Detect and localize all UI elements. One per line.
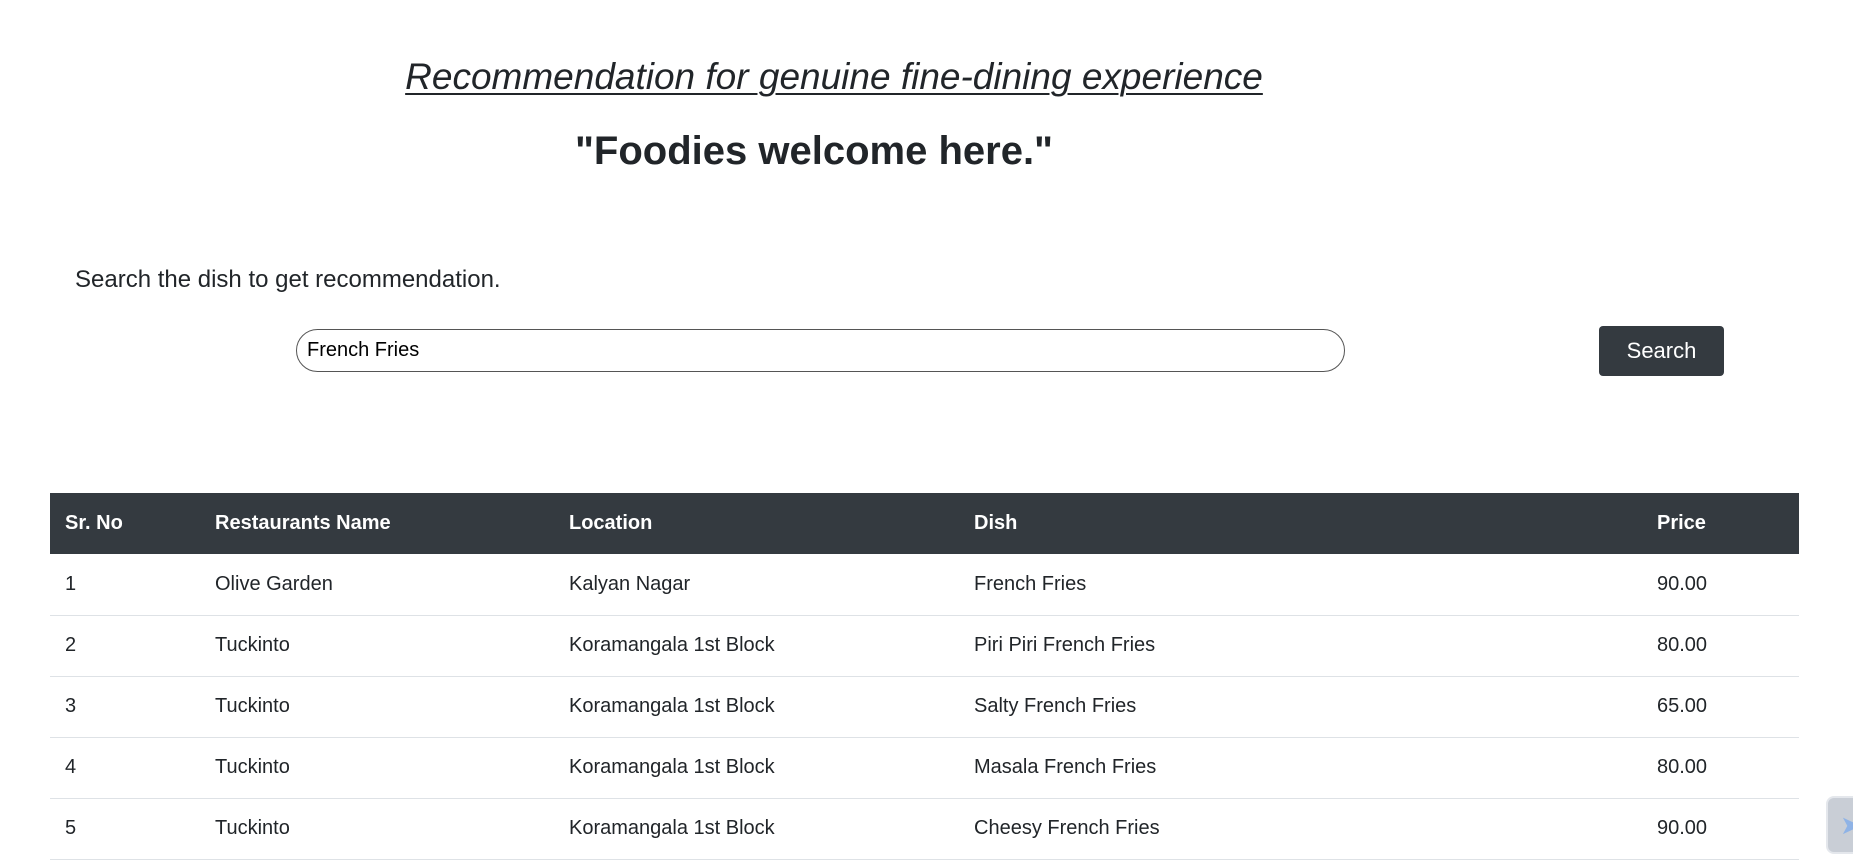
results-table: Sr. No Restaurants Name Location Dish Pr… [50, 493, 1799, 860]
table-header-row: Sr. No Restaurants Name Location Dish Pr… [50, 493, 1799, 554]
table-row: 3 Tuckinto Koramangala 1st Block Salty F… [50, 676, 1799, 738]
column-header-dish: Dish [974, 512, 1018, 534]
cell-restaurant-name: Tuckinto [200, 798, 554, 860]
table-header: Sr. No Restaurants Name Location Dish Pr… [50, 493, 1799, 554]
cell-restaurant-name: Tuckinto [200, 676, 554, 738]
cell-location: Koramangala 1st Block [554, 676, 959, 738]
cell-dish: Masala French Fries [959, 737, 1642, 799]
table-body: 1 Olive Garden Kalyan Nagar French Fries… [50, 554, 1799, 860]
table-row: 1 Olive Garden Kalyan Nagar French Fries… [50, 554, 1799, 616]
column-header-sr-no: Sr. No [65, 512, 123, 534]
cell-dish: Salty French Fries [959, 676, 1642, 738]
cell-price: 90.00 [1642, 798, 1799, 860]
table-row: 5 Tuckinto Koramangala 1st Block Cheesy … [50, 798, 1799, 860]
column-header-price: Price [1657, 512, 1706, 534]
cell-price: 90.00 [1642, 554, 1799, 616]
page-title: "Foodies welcome here." [574, 129, 1054, 173]
cell-sr-no: 3 [50, 676, 200, 738]
cell-sr-no: 2 [50, 615, 200, 677]
cell-sr-no: 1 [50, 554, 200, 616]
cell-sr-no: 4 [50, 737, 200, 799]
cell-restaurant-name: Olive Garden [200, 554, 554, 616]
column-header-location: Location [569, 512, 653, 534]
search-input[interactable] [296, 329, 1345, 372]
cell-dish: Piri Piri French Fries [959, 615, 1642, 677]
cell-sr-no: 5 [50, 798, 200, 860]
cell-location: Kalyan Nagar [554, 554, 959, 616]
chat-bubble-icon: ➤ [1840, 810, 1853, 840]
cell-price: 65.00 [1642, 676, 1799, 738]
cell-price: 80.00 [1642, 615, 1799, 677]
cell-dish: French Fries [959, 554, 1642, 616]
cell-price: 80.00 [1642, 737, 1799, 799]
cell-dish: Cheesy French Fries [959, 798, 1642, 860]
table-row: 4 Tuckinto Koramangala 1st Block Masala … [50, 737, 1799, 799]
page: Recommendation for genuine fine-dining e… [0, 0, 1853, 865]
cell-location: Koramangala 1st Block [554, 615, 959, 677]
column-header-restaurant-name: Restaurants Name [215, 512, 391, 534]
page-tagline: Recommendation for genuine fine-dining e… [405, 56, 1263, 97]
cell-restaurant-name: Tuckinto [200, 615, 554, 677]
search-hint: Search the dish to get recommendation. [75, 266, 501, 293]
chat-widget-button[interactable]: ➤ [1826, 796, 1853, 854]
cell-location: Koramangala 1st Block [554, 737, 959, 799]
table-row: 2 Tuckinto Koramangala 1st Block Piri Pi… [50, 615, 1799, 677]
cell-restaurant-name: Tuckinto [200, 737, 554, 799]
search-button[interactable]: Search [1599, 326, 1724, 376]
cell-location: Koramangala 1st Block [554, 798, 959, 860]
